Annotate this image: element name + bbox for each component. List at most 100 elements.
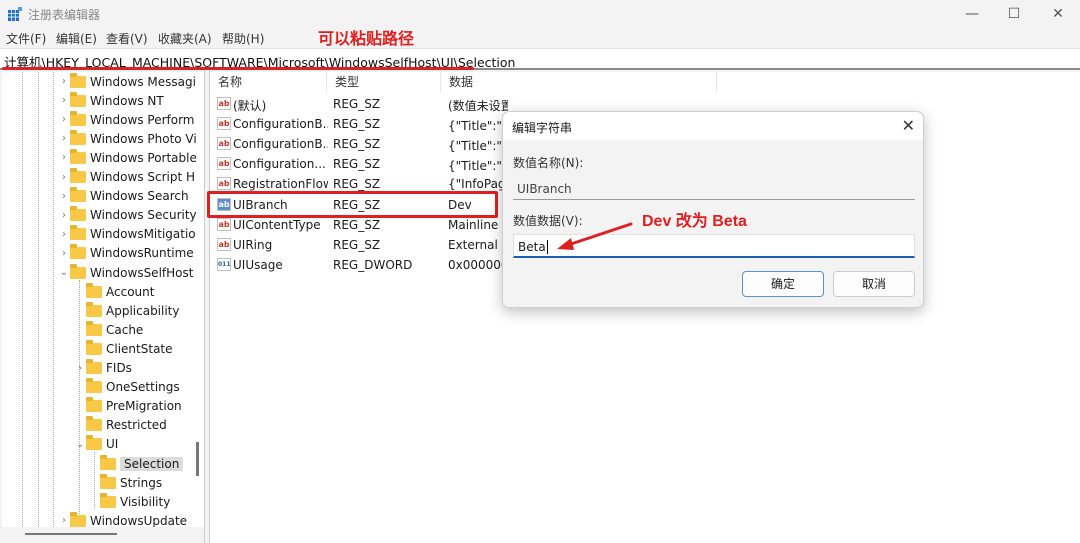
menu-bar: 文件(F) 编辑(E) 查看(V) 收藏夹(A) 帮助(H) 可以粘贴路径 <box>0 28 1080 48</box>
tree-item-label: WindowsRuntime <box>90 246 194 261</box>
value-name: UIRing <box>233 237 273 252</box>
tree-item[interactable]: ⌄ UI <box>74 435 118 454</box>
tree-item[interactable]: OneSettings <box>74 378 180 397</box>
tree-item[interactable]: Selection <box>88 454 184 473</box>
string-value-icon: ab <box>217 217 231 231</box>
folder-icon <box>86 435 102 451</box>
chevron-right-icon[interactable]: › <box>58 210 70 221</box>
chevron-right-icon[interactable]: › <box>58 172 70 183</box>
folder-icon <box>100 492 116 508</box>
chevron-right-icon[interactable]: › <box>58 191 70 202</box>
tree-vertical-scrollbar[interactable] <box>196 442 199 476</box>
maximize-button[interactable]: ☐ <box>994 4 1034 24</box>
value-type: REG_DWORD <box>333 257 413 272</box>
tree-item-label: Restricted <box>106 418 167 433</box>
value-row[interactable]: ab Configuration... REG_SZ {"Title":"在 <box>210 154 510 174</box>
tree-item[interactable]: Strings <box>88 473 162 492</box>
value-type: REG_SZ <box>333 157 381 172</box>
tree-item[interactable]: Cache <box>74 320 143 339</box>
value-row[interactable]: ab UIRing REG_SZ External <box>210 235 510 255</box>
tree-item-label: Windows Search <box>90 189 189 204</box>
tree-item[interactable]: › WindowsRuntime <box>58 244 194 263</box>
value-row[interactable]: ab ConfigurationB... REG_SZ {"Title":"选 <box>210 114 510 134</box>
tree-item-label: Windows NT <box>90 93 164 108</box>
tree-item-label: Strings <box>120 475 163 490</box>
cancel-button[interactable]: 取消 <box>833 271 915 297</box>
menu-edit[interactable]: 编辑(E) <box>56 30 97 47</box>
folder-icon <box>70 244 86 260</box>
tree-item-label: ClientState <box>106 341 173 356</box>
column-header-data[interactable]: 数据 <box>441 72 717 92</box>
tree-item[interactable]: › Windows Script H <box>58 168 195 187</box>
chevron-right-icon[interactable]: › <box>74 363 86 374</box>
close-button[interactable]: ✕ <box>1038 4 1078 24</box>
tree-item[interactable]: › WindowsMitigatio <box>58 225 196 244</box>
dialog-close-icon[interactable]: ✕ <box>902 116 915 135</box>
tree-item-label: Windows Script H <box>90 170 196 184</box>
folder-icon <box>70 206 86 222</box>
tree-item-label: Windows Messagi <box>90 74 196 89</box>
chevron-right-icon[interactable]: › <box>58 152 70 163</box>
tree-item[interactable]: › Windows NT <box>58 91 164 110</box>
menu-favorites[interactable]: 收藏夹(A) <box>158 30 212 47</box>
value-name: UIUsage <box>233 257 283 272</box>
tree-item[interactable]: ClientState <box>74 339 173 358</box>
menu-view[interactable]: 查看(V) <box>106 30 148 47</box>
folder-icon <box>70 148 86 164</box>
registry-tree[interactable]: › Windows Messagi › Windows NT › Windows Perf… <box>2 72 204 527</box>
tree-item-label: UI <box>106 437 119 452</box>
tree-item[interactable]: › Windows Photo Vi <box>58 129 197 148</box>
value-type: REG_SZ <box>333 237 381 252</box>
value-row[interactable]: ab ConfigurationB... REG_SZ {"Title":"选 <box>210 134 510 154</box>
ok-button[interactable]: 确定 <box>742 271 824 297</box>
tree-item[interactable]: › WindowsUpdate <box>58 511 187 527</box>
string-value-icon: ab <box>217 157 231 171</box>
value-name: Configuration... <box>233 157 326 172</box>
column-header-type[interactable]: 类型 <box>327 72 441 92</box>
folder-icon <box>86 282 102 298</box>
column-header-name[interactable]: 名称 <box>210 72 327 92</box>
value-name-label: 数值名称(N): <box>513 156 584 170</box>
tree-item-label: Account <box>106 284 155 299</box>
folder-icon <box>70 129 86 145</box>
chevron-right-icon[interactable]: › <box>58 133 70 144</box>
tree-item[interactable]: › Windows Messagi <box>58 72 196 91</box>
value-row[interactable]: ab(默认) REG_SZ (数值未设置) <box>210 94 510 114</box>
value-data-text: Beta <box>518 240 546 254</box>
folder-icon <box>70 263 86 279</box>
red-arrow-icon <box>557 222 633 250</box>
tree-item[interactable]: PreMigration <box>74 397 182 416</box>
folder-icon <box>86 320 102 336</box>
tree-item[interactable]: › Windows Perform <box>58 110 194 129</box>
tree-item[interactable]: › FIDs <box>74 359 132 378</box>
folder-icon <box>86 416 102 432</box>
value-name: UIContentType <box>233 217 321 232</box>
chevron-down-icon[interactable]: ⌄ <box>58 267 70 278</box>
tree-item[interactable]: Restricted <box>74 416 167 435</box>
tree-horizontal-scrollbar[interactable] <box>25 533 117 535</box>
string-value-icon: ab <box>217 237 231 251</box>
value-row[interactable]: 011 UIUsage REG_DWORD 0x000000 <box>210 255 510 275</box>
tree-item[interactable]: › Windows Search <box>58 187 189 206</box>
tree-item[interactable]: › Windows Portable <box>58 148 197 167</box>
tree-item[interactable]: › Windows Security <box>58 206 197 225</box>
chevron-down-icon[interactable]: ⌄ <box>74 439 86 450</box>
folder-icon <box>70 72 86 88</box>
chevron-right-icon[interactable]: › <box>58 515 70 526</box>
minimize-button[interactable]: — <box>952 4 992 24</box>
tree-item-label: PreMigration <box>106 399 182 414</box>
value-name: RegistrationFlow <box>233 177 328 192</box>
menu-file[interactable]: 文件(F) <box>6 30 46 47</box>
chevron-right-icon[interactable]: › <box>58 229 70 240</box>
tree-item[interactable]: Visibility <box>88 492 170 511</box>
tree-item[interactable]: Applicability <box>74 301 180 320</box>
tree-item[interactable]: Account <box>74 282 154 301</box>
value-data: {"Title":"在 <box>448 159 508 174</box>
chevron-right-icon[interactable]: › <box>58 76 70 87</box>
chevron-right-icon[interactable]: › <box>58 95 70 106</box>
chevron-right-icon[interactable]: › <box>58 114 70 125</box>
value-data: {"Title":"选 <box>448 119 508 134</box>
chevron-right-icon[interactable]: › <box>58 248 70 259</box>
menu-help[interactable]: 帮助(H) <box>222 30 264 47</box>
tree-item[interactable]: ⌄ WindowsSelfHost <box>58 263 193 282</box>
